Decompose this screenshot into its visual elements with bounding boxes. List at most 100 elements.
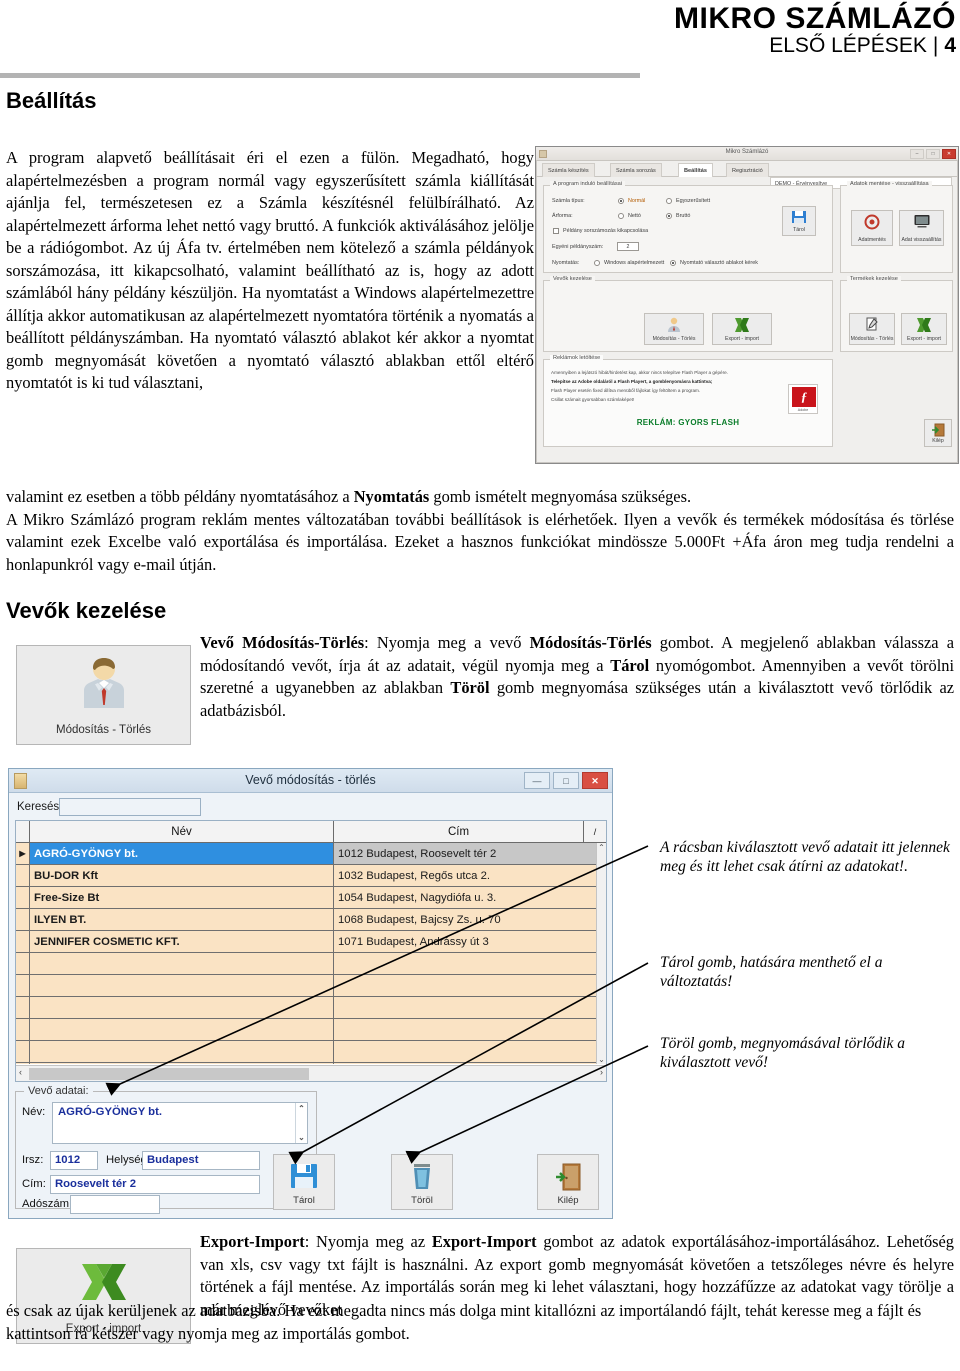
app-maximize-button[interactable]: □ <box>926 149 940 159</box>
app-button-vevo-export-import[interactable]: Export - import <box>712 313 772 345</box>
grid-header-nev[interactable]: Név <box>30 821 334 842</box>
app-window-controls[interactable]: – □ ✕ <box>910 149 956 159</box>
app-minimize-button[interactable]: – <box>910 149 924 159</box>
intro-paragraph: A program alapvető beállításait éri el e… <box>6 148 534 392</box>
row-nev: Free-Size Bt <box>30 887 334 908</box>
customer-grid[interactable]: Név Cím / ▶ AGRÓ-GYÖNGY bt. 1012 Budapes… <box>15 820 607 1082</box>
row-marker <box>16 1019 30 1040</box>
table-row[interactable]: ▶ AGRÓ-GYÖNGY bt. 1012 Budapest, Rooseve… <box>16 843 606 865</box>
dialog-tarol-button[interactable]: Tárol <box>273 1154 335 1210</box>
dialog-titlebar: Vevő módosítás - törlés — □ ✕ <box>9 769 612 793</box>
app-button-adat-visszaallitas-label: Adat visszaállítás <box>901 237 942 243</box>
nev-field-scrollbar[interactable]: ⌃ ⌄ <box>295 1103 307 1143</box>
table-row[interactable] <box>16 997 606 1019</box>
row-marker <box>16 1063 30 1064</box>
row-cim <box>334 1063 606 1064</box>
dialog-close-button[interactable]: ✕ <box>582 772 608 789</box>
excel-icon <box>915 317 933 335</box>
app-radio-netto[interactable] <box>618 213 624 219</box>
adoszam-label: Adószám: <box>22 1198 73 1210</box>
row-marker <box>16 909 30 930</box>
app-radio-egyszerusitett[interactable] <box>666 198 672 204</box>
app-window-title: Mikro Számlázó <box>725 149 769 155</box>
app-button-vevo-modositas-torles[interactable]: Módosítás - Törlés <box>644 313 704 345</box>
table-row[interactable] <box>16 1063 606 1064</box>
row-nev <box>30 1019 334 1040</box>
app-button-adat-visszaallitas[interactable]: Adat visszaállítás <box>899 210 944 246</box>
app-radio-normal[interactable] <box>618 198 624 204</box>
app-tab-beallitas[interactable]: Beállítás <box>678 163 714 177</box>
row-cim <box>334 997 606 1018</box>
app-button-adatmentes-label: Adatmentés <box>858 237 886 243</box>
table-row[interactable]: Free-Size Bt 1054 Budapest, Nagydiófa u.… <box>16 887 606 909</box>
customer-grid-header: Név Cím / <box>16 821 606 843</box>
grid-header-extra[interactable]: / <box>584 821 606 842</box>
dialog-torol-label: Töröl <box>411 1195 433 1206</box>
scroll-up-icon[interactable]: ⌃ <box>597 843 606 852</box>
app-radio-brutto[interactable] <box>666 213 672 219</box>
excel-icon <box>78 1261 130 1303</box>
app-button-adatmentes[interactable]: Adatmentés <box>851 210 893 246</box>
app-button-tarol[interactable]: Tárol <box>782 206 816 236</box>
row-marker <box>16 865 30 886</box>
scroll-left-icon[interactable]: ‹ <box>19 1067 22 1077</box>
app-label-nyomtatas: Nyomtatás: <box>552 260 580 266</box>
app-button-kilep[interactable]: Kilép <box>924 419 952 447</box>
row-marker <box>16 887 30 908</box>
scroll-up-icon[interactable]: ⌃ <box>296 1104 307 1113</box>
nev-field[interactable]: AGRÓ-GYÖNGY bt. ⌃ ⌄ <box>52 1102 308 1144</box>
dialog-window-controls[interactable]: — □ ✕ <box>524 772 608 789</box>
dialog-kilep-button[interactable]: Kilép <box>537 1154 599 1210</box>
grid-horizontal-scrollbar[interactable]: ‹ › <box>16 1065 606 1081</box>
table-row[interactable]: ILYEN BT. 1068 Budapest, Bajcsy Zs. u. 7… <box>16 909 606 931</box>
app-button-termek-export-import[interactable]: Export - import <box>901 313 947 345</box>
table-row[interactable] <box>16 1041 606 1063</box>
adoszam-field[interactable] <box>70 1195 160 1214</box>
table-row[interactable]: JENNIFER COSMETIC KFT. 1071 Budapest, An… <box>16 931 606 953</box>
table-row[interactable] <box>16 953 606 975</box>
app-radio-egyszerusitett-label: Egyszerűsített <box>676 198 711 204</box>
app-tab-regisztracio[interactable]: Regisztráció <box>726 163 769 177</box>
app-button-termek-modositas-torles[interactable]: Módosítás - Törlés <box>849 313 895 345</box>
export-desc-t1: : Nyomja meg az <box>304 1232 432 1251</box>
search-label: Keresés: <box>17 801 63 813</box>
grid-header-cim[interactable]: Cím <box>334 821 584 842</box>
app-group-program-settings-legend: A program induló beállításai <box>550 181 626 187</box>
table-row[interactable] <box>16 975 606 997</box>
app-tab-szamla-sorozas[interactable]: Számla sorozás <box>610 163 662 177</box>
table-row[interactable]: BU-DOR Kft 1032 Budapest, Regős utca 2. <box>16 865 606 887</box>
scroll-down-icon[interactable]: ⌄ <box>597 1055 606 1064</box>
app-group-backup: Adatok mentése - visszaállítása Adatment… <box>840 181 953 273</box>
nyomtatas-paragraph: valamint ez esetben a több példány nyomt… <box>6 486 954 509</box>
dialog-maximize-button[interactable]: □ <box>553 772 579 789</box>
row-cim: 1032 Budapest, Regős utca 2. <box>334 865 606 886</box>
scroll-thumb[interactable] <box>29 1068 309 1080</box>
scroll-right-icon[interactable]: › <box>600 1067 603 1077</box>
customer-grid-body[interactable]: ▶ AGRÓ-GYÖNGY bt. 1012 Budapest, Rooseve… <box>16 843 606 1064</box>
app-tab-szamla-keszites[interactable]: Számla készítés <box>542 163 595 177</box>
app-radio-nyomtato-valaszto[interactable] <box>670 260 676 266</box>
app-input-peldanyszam[interactable]: 2 <box>617 242 639 251</box>
irsz-field[interactable]: 1012 <box>50 1151 98 1170</box>
row-marker <box>16 931 30 952</box>
vevo-desc-b2: Módosítás-Törlés <box>529 633 652 652</box>
cim-field[interactable]: Roosevelt tér 2 <box>50 1175 260 1194</box>
app-close-button[interactable]: ✕ <box>942 149 956 159</box>
brand-subtitle: ELSŐ LÉPÉSEK | 4 <box>769 33 956 58</box>
modositas-torles-button[interactable]: Módosítás - Törlés <box>16 645 191 745</box>
table-row[interactable] <box>16 1019 606 1041</box>
vevo-modositas-dialog: Vevő módosítás - törlés — □ ✕ Keresés: N… <box>8 768 613 1219</box>
dialog-torol-button[interactable]: Töröl <box>391 1154 453 1210</box>
app-button-tarol-label: Tárol <box>793 227 805 233</box>
vevo-adatai-group: Vevő adatai: Név: AGRÓ-GYÖNGY bt. ⌃ ⌄ Irs… <box>15 1085 317 1214</box>
flash-glyph: ƒ <box>792 387 816 407</box>
callout-grid-annotation: A rácsban kiválasztott vevő adatait itt … <box>660 839 950 875</box>
dialog-minimize-button[interactable]: — <box>524 772 550 789</box>
search-input[interactable] <box>59 798 201 816</box>
app-radio-windows-alap[interactable] <box>594 260 600 266</box>
flash-player-icon[interactable]: ƒ Adobe <box>788 384 818 414</box>
scroll-down-icon[interactable]: ⌄ <box>296 1133 307 1142</box>
grid-vertical-scrollbar[interactable]: ⌃ ⌄ <box>596 843 606 1064</box>
helyseg-field[interactable]: Budapest <box>142 1151 260 1170</box>
app-checkbox-peldany-sorszamozas[interactable] <box>553 228 559 234</box>
